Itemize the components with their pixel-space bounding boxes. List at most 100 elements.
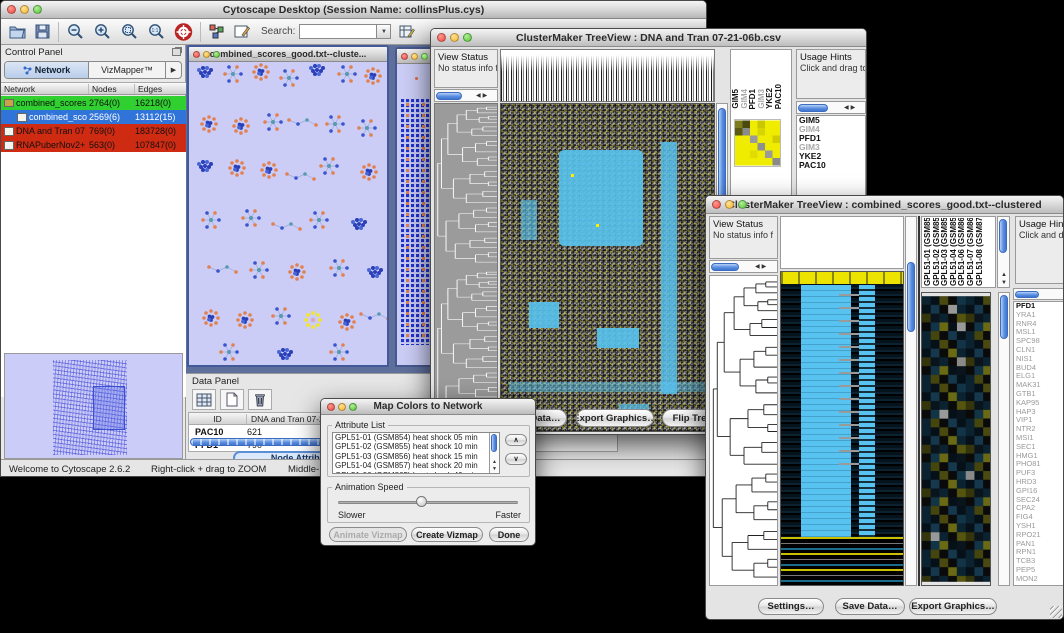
save-session-icon[interactable] (34, 23, 51, 40)
export-graphics-button[interactable]: Export Graphics… (909, 598, 997, 615)
minimize-icon[interactable] (20, 5, 29, 14)
float-panel-icon[interactable] (172, 48, 181, 56)
annotation-icon[interactable] (233, 23, 251, 40)
done-button[interactable]: Done (489, 527, 529, 542)
scroll-right-icon[interactable]: ▶ (483, 93, 488, 99)
treeview1-column-dendrogram[interactable] (500, 49, 715, 102)
zoom-window-icon[interactable] (33, 5, 42, 14)
treeview1-heatmap[interactable] (500, 103, 715, 432)
treeview2-gene-hscrollbar[interactable] (1013, 288, 1064, 300)
vizmapper-icon[interactable] (208, 23, 226, 40)
move-up-button[interactable]: ∧ (505, 434, 527, 446)
network-canvas[interactable] (189, 62, 387, 364)
scroll-down-icon[interactable]: ▼ (492, 467, 497, 472)
scroll-thumb[interactable] (907, 262, 915, 332)
scroll-thumb[interactable] (1000, 295, 1008, 339)
zoom-window-icon[interactable] (349, 403, 357, 411)
zoom-out-icon[interactable] (66, 23, 86, 41)
treeview1-usage-hscrollbar[interactable]: ◀ ▶ (796, 101, 866, 114)
tab-vizmapper[interactable]: VizMapper™ (89, 62, 165, 78)
attribute-item[interactable]: GPL51-01 (GSM854) heat shock 05 min (333, 433, 489, 442)
scroll-left-icon[interactable]: ◀ (476, 93, 481, 99)
dialog-titlebar[interactable]: Map Colors to Network (321, 399, 535, 415)
animate-vizmap-button[interactable]: Animate Vizmap (329, 527, 407, 542)
attribute-listbox[interactable]: GPL51-01 (GSM854) heat shock 05 minGPL51… (332, 432, 500, 474)
scroll-up-icon[interactable]: ▲ (1001, 272, 1007, 278)
main-titlebar[interactable]: Cytoscape Desktop (Session Name: collins… (1, 1, 706, 19)
attribute-item[interactable]: GPL51-03 (GSM856) heat shock 15 min (333, 452, 489, 461)
scroll-thumb[interactable] (999, 219, 1007, 253)
create-vizmap-button[interactable]: Create Vizmap (411, 527, 483, 542)
birdseye-view[interactable] (4, 353, 183, 459)
scroll-thumb[interactable] (491, 434, 497, 452)
treeview2-zoom-heatmap[interactable] (921, 292, 991, 586)
treeview1-zoom-heatmap[interactable] (734, 119, 781, 167)
close-icon[interactable] (7, 5, 16, 14)
treeview1-status-hscrollbar[interactable]: ◀ ▶ (434, 89, 498, 102)
export-graphics-button[interactable]: Export Graphics… (576, 409, 654, 427)
resize-grip[interactable] (1050, 606, 1062, 618)
settings-button[interactable]: Settings… (758, 598, 824, 615)
close-icon[interactable] (401, 53, 408, 60)
attribute-item[interactable]: GPL51-04 (GSM857) heat shock 20 min (333, 461, 489, 470)
pane-divider[interactable] (918, 216, 920, 586)
scroll-thumb[interactable] (798, 104, 828, 112)
attribute-vscrollbar[interactable]: ▲ ▼ (489, 433, 499, 473)
window-controls[interactable] (7, 5, 42, 14)
scroll-down-icon[interactable]: ▼ (1001, 280, 1007, 286)
col-network[interactable]: Network (1, 84, 89, 94)
scroll-right-icon[interactable]: ▶ (762, 264, 767, 270)
scroll-left-icon[interactable]: ◀ (755, 264, 760, 270)
zoom-window-icon[interactable] (463, 33, 472, 42)
attribute-item[interactable]: GPL51-02 (GSM855) heat shock 10 min (333, 442, 489, 451)
scroll-thumb[interactable] (436, 92, 462, 100)
network-list-row[interactable]: combined_sco 2569(6) 13112(15) (1, 110, 186, 124)
speed-slider-track[interactable] (338, 501, 518, 504)
minimize-icon[interactable] (203, 51, 210, 58)
open-session-icon[interactable] (8, 23, 27, 40)
treeview2-heatmap[interactable] (780, 271, 904, 586)
search-options-icon[interactable] (398, 23, 416, 40)
zoom-fit-icon[interactable]: 1:1 (147, 23, 167, 41)
new-attribute-icon[interactable] (220, 389, 244, 410)
treeview2-status-hscrollbar[interactable]: ◀ ▶ (709, 260, 778, 273)
scroll-right-icon[interactable]: ▶ (851, 105, 856, 111)
network-list-row[interactable]: combined_scores 2764(0) 16218(0) (1, 96, 186, 110)
save-data-button[interactable]: Save Data… (835, 598, 905, 615)
birdseye-viewport-rect[interactable] (93, 386, 125, 430)
delete-attribute-icon[interactable] (248, 389, 272, 410)
zoom-window-icon[interactable] (213, 51, 220, 58)
id-column-header[interactable]: ID (189, 414, 247, 424)
network-window-1-titlebar[interactable]: combined_scores_good.txt--cluste... (189, 47, 387, 62)
treeview2-column-vscrollbar[interactable]: ▲ ▼ (997, 216, 1010, 288)
treeview1-row-dendrogram[interactable] (434, 103, 498, 432)
attribute-item[interactable]: GPL51-06 (GSM865) heat shock 40 min (333, 471, 489, 474)
treeview2-heatmap-vscrollbar[interactable] (905, 216, 917, 586)
minimize-icon[interactable] (338, 403, 346, 411)
scroll-thumb[interactable] (711, 263, 739, 271)
minimize-icon[interactable] (725, 200, 734, 209)
select-attributes-icon[interactable] (192, 389, 216, 410)
minimize-icon[interactable] (411, 53, 418, 60)
close-icon[interactable] (712, 200, 721, 209)
col-nodes[interactable]: Nodes (89, 84, 135, 94)
gene-item[interactable]: PAC10 (797, 161, 865, 170)
move-down-button[interactable]: ∨ (505, 453, 527, 465)
tab-overflow-arrow[interactable]: ▶ (165, 62, 181, 78)
zoom-selected-icon[interactable] (120, 23, 140, 41)
speed-slider-thumb[interactable] (416, 496, 427, 507)
col-edges[interactable]: Edges (135, 84, 186, 94)
network-list-row[interactable]: DNA and Tran 07 769(0) 183728(0) (1, 124, 186, 138)
treeview1-titlebar[interactable]: ClusterMaker TreeView : DNA and Tran 07-… (431, 29, 866, 47)
scroll-thumb[interactable] (1015, 291, 1039, 298)
close-icon[interactable] (193, 51, 200, 58)
scroll-left-icon[interactable]: ◀ (844, 105, 849, 111)
tab-network[interactable]: Network (5, 62, 89, 78)
scroll-up-icon[interactable]: ▲ (492, 460, 497, 465)
help-lifering-icon[interactable] (174, 23, 193, 41)
search-dropdown-button[interactable]: ▼ (377, 24, 391, 39)
treeview2-row-dendrogram[interactable] (709, 275, 778, 586)
close-icon[interactable] (327, 403, 335, 411)
treeview2-titlebar[interactable]: ClusterMaker TreeView : combined_scores_… (706, 196, 1063, 214)
close-icon[interactable] (437, 33, 446, 42)
